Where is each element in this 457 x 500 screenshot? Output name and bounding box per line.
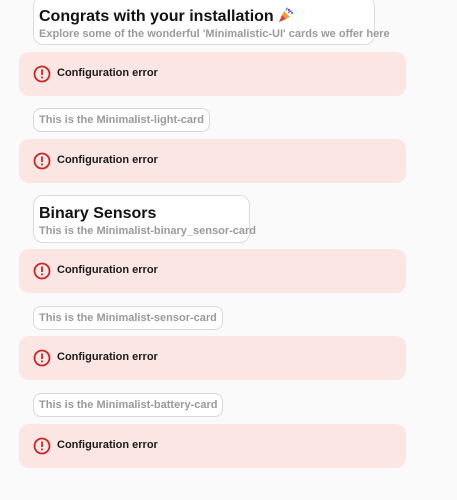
party-popper-icon <box>278 7 294 28</box>
configuration-error-card: Configuration error <box>19 139 406 183</box>
welcome-title-text: Congrats with your installation <box>39 8 274 25</box>
light-card-chip: This is the Minimalist-light-card <box>33 108 211 132</box>
welcome-subtitle: Explore some of the wonderful 'Minimalis… <box>39 28 390 40</box>
alert-circle-icon <box>33 349 51 367</box>
welcome-title-card: Congrats with your installation Explore … <box>33 0 390 45</box>
alert-circle-icon <box>33 65 51 83</box>
sensor-card-chip: This is the Minimalist-sensor-card <box>33 306 223 330</box>
configuration-error-card: Configuration error <box>19 249 406 293</box>
configuration-error-text: Configuration error <box>57 439 158 451</box>
binary-sensors-subtitle: This is the Minimalist-binary_sensor-car… <box>39 225 257 237</box>
alert-circle-icon <box>33 437 51 455</box>
battery-card-chip: This is the Minimalist-battery-card <box>33 393 224 417</box>
configuration-error-text: Configuration error <box>57 351 158 363</box>
configuration-error-card: Configuration error <box>19 424 406 468</box>
configuration-error-text: Configuration error <box>57 154 158 166</box>
binary-sensors-title: Binary Sensors <box>39 205 157 222</box>
configuration-error-text: Configuration error <box>57 67 158 79</box>
alert-circle-icon <box>33 262 51 280</box>
dashboard-page: Congrats with your installation Explore … <box>0 0 457 500</box>
configuration-error-text: Configuration error <box>57 264 158 276</box>
binary-sensors-title-card: Binary Sensors This is the Minimalist-bi… <box>33 195 256 243</box>
configuration-error-card: Configuration error <box>19 336 406 380</box>
configuration-error-card: Configuration error <box>19 52 406 96</box>
alert-circle-icon <box>33 152 51 170</box>
welcome-title: Congrats with your installation <box>39 7 294 28</box>
